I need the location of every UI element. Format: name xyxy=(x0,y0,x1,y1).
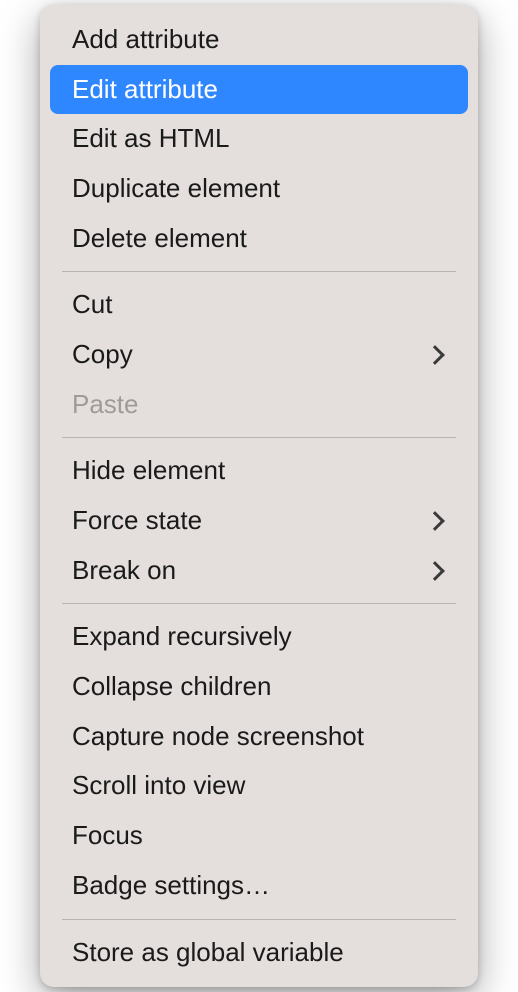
menu-item-store-as-global-variable[interactable]: Store as global variable xyxy=(50,928,468,978)
chevron-right-icon xyxy=(425,561,445,581)
menu-item-hide-element[interactable]: Hide element xyxy=(50,446,468,496)
menu-item-expand-recursively[interactable]: Expand recursively xyxy=(50,612,468,662)
menu-item-label: Copy xyxy=(72,336,133,374)
menu-item-label: Expand recursively xyxy=(72,618,292,656)
menu-item-force-state[interactable]: Force state xyxy=(50,496,468,546)
menu-item-badge-settings[interactable]: Badge settings… xyxy=(50,861,468,911)
menu-item-copy[interactable]: Copy xyxy=(50,330,468,380)
context-menu: Add attribute Edit attribute Edit as HTM… xyxy=(40,5,478,987)
menu-item-label: Delete element xyxy=(72,220,247,258)
menu-item-focus[interactable]: Focus xyxy=(50,811,468,861)
menu-separator xyxy=(62,271,456,272)
menu-item-capture-node-screenshot[interactable]: Capture node screenshot xyxy=(50,712,468,762)
menu-item-label: Edit attribute xyxy=(72,71,218,109)
menu-item-paste: Paste xyxy=(50,380,468,430)
menu-item-label: Scroll into view xyxy=(72,767,245,805)
menu-item-label: Capture node screenshot xyxy=(72,718,364,756)
menu-item-label: Add attribute xyxy=(72,21,219,59)
menu-item-edit-attribute[interactable]: Edit attribute xyxy=(50,65,468,115)
chevron-right-icon xyxy=(425,345,445,365)
menu-item-collapse-children[interactable]: Collapse children xyxy=(50,662,468,712)
menu-item-label: Paste xyxy=(72,386,139,424)
menu-item-label: Store as global variable xyxy=(72,934,344,972)
menu-item-cut[interactable]: Cut xyxy=(50,280,468,330)
menu-item-label: Edit as HTML xyxy=(72,120,230,158)
menu-item-delete-element[interactable]: Delete element xyxy=(50,214,468,264)
menu-item-scroll-into-view[interactable]: Scroll into view xyxy=(50,761,468,811)
menu-item-label: Hide element xyxy=(72,452,225,490)
menu-item-break-on[interactable]: Break on xyxy=(50,546,468,596)
menu-item-edit-as-html[interactable]: Edit as HTML xyxy=(50,114,468,164)
menu-item-label: Duplicate element xyxy=(72,170,280,208)
menu-item-label: Force state xyxy=(72,502,202,540)
menu-separator xyxy=(62,603,456,604)
menu-item-label: Break on xyxy=(72,552,176,590)
menu-item-duplicate-element[interactable]: Duplicate element xyxy=(50,164,468,214)
menu-separator xyxy=(62,437,456,438)
menu-item-label: Cut xyxy=(72,286,112,324)
menu-separator xyxy=(62,919,456,920)
menu-item-add-attribute[interactable]: Add attribute xyxy=(50,15,468,65)
chevron-right-icon xyxy=(425,511,445,531)
menu-item-label: Badge settings… xyxy=(72,867,270,905)
menu-item-label: Collapse children xyxy=(72,668,271,706)
menu-item-label: Focus xyxy=(72,817,143,855)
